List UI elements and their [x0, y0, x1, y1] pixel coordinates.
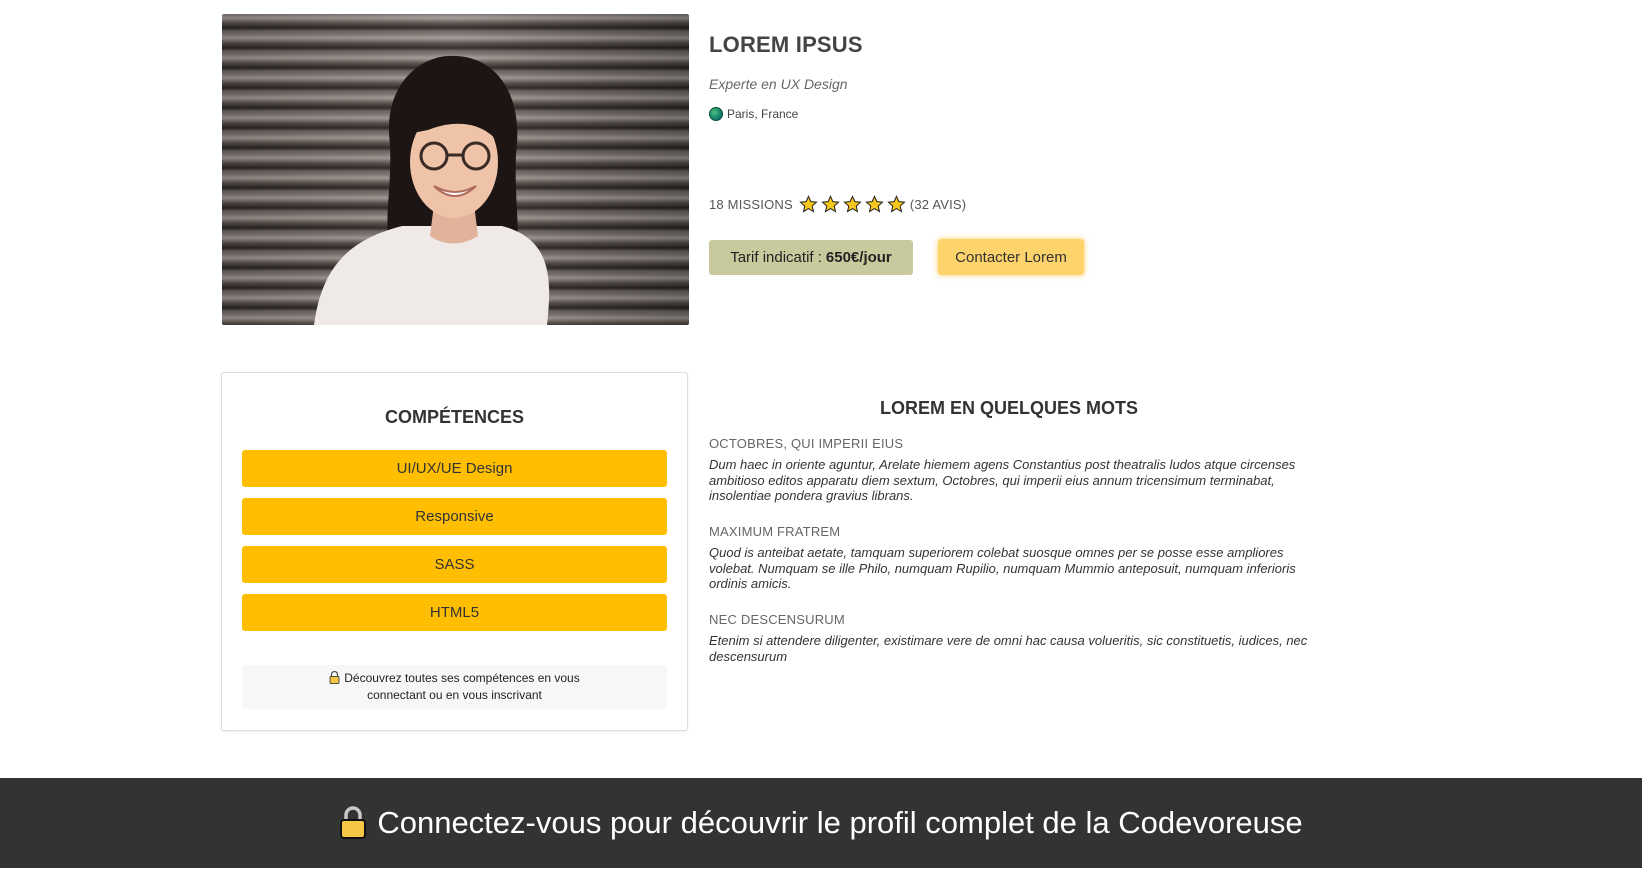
skills-title: COMPÉTENCES	[384, 407, 525, 427]
tarif-badge: Tarif indicatif : 650€/jour	[709, 240, 913, 275]
skills-card: COMPÉTENCES UI/UX/UE Design Responsive S…	[221, 372, 688, 731]
lock-icon	[340, 806, 367, 839]
reviews-count: (32 AVIS)	[909, 197, 967, 212]
tarif-label: Tarif indicatif :	[730, 249, 822, 266]
skills-lock-note: Découvrez toutes ses compétences en vous…	[242, 665, 667, 709]
skill-tag[interactable]: SASS	[242, 546, 667, 583]
lock-icon	[329, 671, 340, 684]
about-heading: NEC DESCENSURUM	[709, 612, 845, 627]
star-icon	[821, 195, 840, 213]
login-banner[interactable]: Connectez-vous pour découvrir le profil …	[0, 778, 1642, 868]
about-text: Etenim si attendere diligenter, existima…	[709, 633, 1308, 664]
about-title: LOREM EN QUELQUES MOTS	[879, 398, 1138, 418]
about-text: Quod is anteibat aetate, tamquam superio…	[709, 545, 1296, 591]
globe-icon	[709, 107, 723, 121]
star-icon	[843, 195, 862, 213]
star-icon	[865, 195, 884, 213]
about-text: Dum haec in oriente aguntur, Arelate hie…	[709, 457, 1296, 503]
about-heading: MAXIMUM FRATREM	[709, 524, 841, 539]
about-block: NEC DESCENSURUM Etenim si attendere dili…	[709, 612, 1329, 664]
about-block: OCTOBRES, QUI IMPERII EIUS Dum haec in o…	[709, 436, 1329, 504]
missions-count: 18 MISSIONS	[709, 197, 793, 212]
rating-summary: 18 MISSIONS (32 AVIS)	[709, 195, 966, 214]
profile-name: LOREM IPSUS	[709, 32, 863, 57]
contact-button[interactable]: Contacter Lorem	[938, 239, 1084, 275]
rating-stars	[799, 195, 906, 214]
login-banner-text: Connectez-vous pour découvrir le profil …	[377, 805, 1303, 840]
about-block: MAXIMUM FRATREM Quod is anteibat aetate,…	[709, 524, 1329, 592]
star-icon	[887, 195, 906, 213]
skill-tag[interactable]: Responsive	[242, 498, 667, 535]
about-heading: OCTOBRES, QUI IMPERII EIUS	[709, 436, 904, 451]
skill-tag[interactable]: UI/UX/UE Design	[242, 450, 667, 487]
profile-location: Paris, France	[709, 107, 798, 121]
profile-role: Experte en UX Design	[709, 76, 848, 92]
tarif-value: 650€/jour	[825, 249, 892, 266]
profile-photo	[222, 14, 689, 325]
lock-note-text: Découvrez toutes ses compétences en vous…	[344, 671, 580, 702]
location-label: Paris, France	[727, 107, 799, 121]
star-icon	[799, 195, 818, 213]
skill-tag[interactable]: HTML5	[242, 594, 667, 631]
